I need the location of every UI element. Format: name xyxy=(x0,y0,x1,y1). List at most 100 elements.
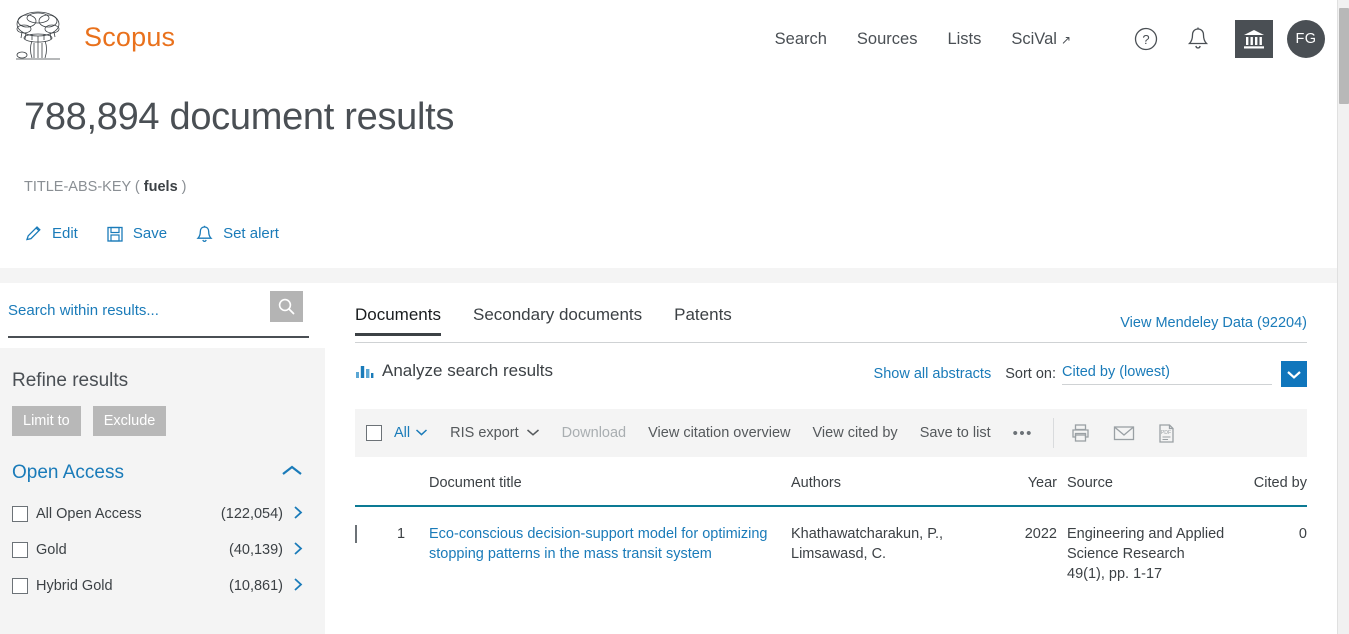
chevron-up-icon[interactable] xyxy=(281,464,303,483)
facet-checkbox[interactable] xyxy=(12,506,28,522)
bell-icon[interactable] xyxy=(1183,24,1213,54)
row-source-detail: 49(1), pp. 1-17 xyxy=(1067,566,1163,582)
row-source-cell: Engineering and Applied Science Research… xyxy=(1067,524,1227,584)
header-source: Source xyxy=(1067,475,1113,491)
header-cited-by: Cited by xyxy=(1253,475,1307,491)
facet-item-gold[interactable]: Gold (40,139) xyxy=(0,532,325,568)
main-navigation: Search Sources Lists SciVal ↗ ? FG xyxy=(775,0,1337,78)
page-content: Refine results Limit to Exclude Open Acc… xyxy=(0,283,1337,634)
row-title-cell: Eco-conscious decision-support model for… xyxy=(429,524,791,564)
result-tabs: Documents Secondary documents Patents Vi… xyxy=(355,305,1307,343)
results-table: Document title Authors Year Source Cited… xyxy=(355,475,1307,584)
pdf-document-icon[interactable]: PDF xyxy=(1157,423,1176,444)
more-actions-button[interactable]: ••• xyxy=(1013,425,1033,442)
row-cited-by[interactable]: 0 xyxy=(1227,524,1307,544)
download-button[interactable]: Download xyxy=(562,425,627,441)
brand-name: Scopus xyxy=(84,21,176,52)
tab-patents[interactable]: Patents xyxy=(674,305,732,335)
search-icon xyxy=(278,298,295,315)
nav-item-sources[interactable]: Sources xyxy=(857,30,918,49)
select-all-checkbox[interactable] xyxy=(366,425,382,441)
exclude-button[interactable]: Exclude xyxy=(92,406,167,436)
chevron-down-icon[interactable] xyxy=(415,424,428,442)
facet-item-hybrid-gold[interactable]: Hybrid Gold (10,861) xyxy=(0,568,325,604)
floppy-disk-icon xyxy=(106,225,124,243)
scopus-search-results-page: Scopus Search Sources Lists SciVal ↗ ? F… xyxy=(0,0,1337,634)
row-number: 1 xyxy=(397,526,406,542)
bar-chart-icon xyxy=(355,363,374,379)
facet-list-open-access: All Open Access (122,054) Gold (40,139) xyxy=(0,496,325,604)
header-divider xyxy=(0,268,1337,283)
view-citation-overview-button[interactable]: View citation overview xyxy=(648,425,790,441)
facet-item-all-open-access[interactable]: All Open Access (122,054) xyxy=(0,496,325,532)
row-checkbox[interactable] xyxy=(355,525,357,543)
help-circle-icon[interactable]: ? xyxy=(1131,24,1161,54)
header-document-title: Document title xyxy=(429,475,522,491)
sort-dropdown-button[interactable] xyxy=(1281,361,1307,387)
brand-area[interactable]: Scopus xyxy=(12,8,175,66)
facet-checkbox[interactable] xyxy=(12,542,28,558)
bell-icon xyxy=(195,224,214,243)
set-alert-button[interactable]: Set alert xyxy=(195,224,279,243)
avatar[interactable]: FG xyxy=(1287,20,1325,58)
table-row: 1 Eco-conscious decision-support model f… xyxy=(355,507,1307,584)
view-cited-by-button[interactable]: View cited by xyxy=(813,425,898,441)
results-action-toolbar: All RIS export Download View citation ov… xyxy=(355,409,1307,457)
top-bar: Scopus Search Sources Lists SciVal ↗ ? F… xyxy=(0,0,1337,78)
chevron-right-icon[interactable] xyxy=(293,541,303,560)
view-mendeley-data-link[interactable]: View Mendeley Data (92204) xyxy=(1120,315,1307,331)
query-summary: TITLE-ABS-KEY ( fuels ) xyxy=(24,179,187,195)
save-label: Save xyxy=(132,225,168,242)
external-link-icon: ↗ xyxy=(1060,32,1071,47)
svg-text:PDF: PDF xyxy=(1161,430,1171,436)
document-title-link[interactable]: Eco-conscious decision-support model for… xyxy=(429,526,768,562)
sort-on-label: Sort on: xyxy=(1005,366,1056,382)
envelope-icon[interactable] xyxy=(1113,424,1135,442)
save-to-list-button[interactable]: Save to list xyxy=(920,425,991,441)
limit-to-button[interactable]: Limit to xyxy=(12,406,81,436)
page-title: 788,894 document results xyxy=(24,96,455,138)
elsevier-tree-icon xyxy=(12,8,64,66)
toolbar-divider xyxy=(1052,418,1054,448)
facet-title: Open Access xyxy=(12,462,124,483)
query-prefix: TITLE-ABS-KEY ( xyxy=(24,179,140,195)
select-all-control[interactable]: All xyxy=(366,424,428,442)
chevron-down-icon xyxy=(526,425,540,441)
sort-controls: Show all abstracts Sort on: Cited by (lo… xyxy=(874,361,1307,387)
row-checkbox-cell xyxy=(355,524,397,544)
search-submit-button[interactable] xyxy=(270,291,303,322)
save-query-button[interactable]: Save xyxy=(106,225,167,243)
ris-export-button[interactable]: RIS export xyxy=(450,425,540,441)
search-within-input[interactable] xyxy=(8,294,270,326)
nav-item-search[interactable]: Search xyxy=(775,30,827,49)
page-scrollbar[interactable] xyxy=(1337,0,1349,634)
facet-checkbox[interactable] xyxy=(12,578,28,594)
chevron-down-icon xyxy=(1287,370,1301,379)
institution-building-icon[interactable] xyxy=(1235,20,1273,58)
search-within-row xyxy=(8,291,309,338)
sort-select[interactable]: Cited by (lowest) xyxy=(1062,364,1272,385)
pencil-icon xyxy=(24,224,43,243)
edit-query-button[interactable]: Edit xyxy=(24,224,78,243)
ris-export-label: RIS export xyxy=(450,425,519,441)
scrollbar-thumb[interactable] xyxy=(1339,8,1349,104)
printer-icon[interactable] xyxy=(1070,423,1091,443)
table-header-row: Document title Authors Year Source Cited… xyxy=(355,475,1307,507)
facet-label: All Open Access xyxy=(36,506,142,522)
results-subbar: Analyze search results Show all abstract… xyxy=(355,361,1307,395)
analyze-label: Analyze search results xyxy=(382,361,554,380)
refine-sidebar: Refine results Limit to Exclude Open Acc… xyxy=(0,283,325,634)
tab-secondary-documents[interactable]: Secondary documents xyxy=(473,305,642,335)
tab-documents[interactable]: Documents xyxy=(355,305,441,336)
select-all-label: All xyxy=(394,425,411,441)
facet-header-open-access[interactable]: Open Access xyxy=(12,462,303,484)
facet-label: Hybrid Gold xyxy=(36,578,113,594)
chevron-right-icon[interactable] xyxy=(293,505,303,524)
nav-item-scival[interactable]: SciVal ↗ xyxy=(1011,30,1071,49)
nav-item-lists[interactable]: Lists xyxy=(947,30,981,49)
svg-text:?: ? xyxy=(1142,32,1149,47)
show-all-abstracts-link[interactable]: Show all abstracts xyxy=(874,366,992,382)
row-authors[interactable]: Khathawatcharakun, P., Limsawasd, C. xyxy=(791,524,1009,564)
chevron-right-icon[interactable] xyxy=(293,577,303,596)
query-term: fuels xyxy=(143,179,178,195)
